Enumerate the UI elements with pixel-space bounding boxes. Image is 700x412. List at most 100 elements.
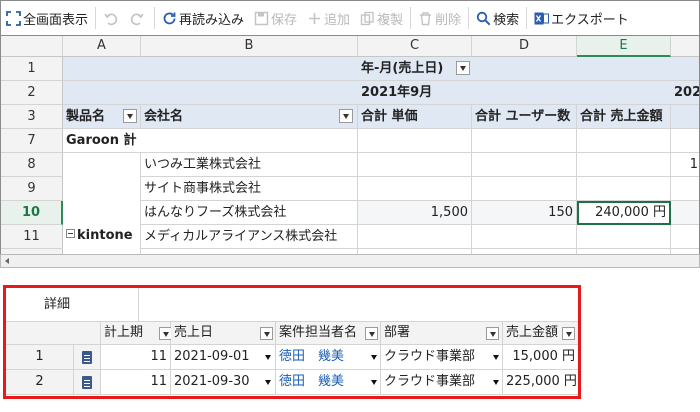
detail-row-number[interactable]: 2 [6, 370, 74, 395]
row-header-7[interactable]: 7 [1, 129, 63, 153]
cell[interactable] [671, 177, 699, 201]
row-header-3[interactable]: 3 [1, 105, 63, 129]
toolbar-separator [95, 7, 97, 29]
kintone-group-cell[interactable]: kintone [63, 153, 141, 254]
dropdown-caret-icon[interactable] [493, 380, 499, 385]
row-header-2[interactable]: 2 [1, 81, 63, 105]
save-button[interactable]: 保存 [249, 1, 302, 35]
detail-row-number[interactable]: 1 [6, 345, 74, 370]
column-header-c[interactable]: C [358, 36, 472, 57]
corner-cell[interactable] [1, 36, 63, 57]
column-header-b[interactable]: B [141, 36, 358, 57]
delete-button[interactable]: 削除 [413, 1, 466, 35]
amount-filter-button[interactable] [562, 327, 575, 340]
row-header-8[interactable]: 8 [1, 153, 63, 177]
detail-period-cell[interactable]: 11 [101, 370, 171, 395]
reload-button[interactable]: 再読み込み [157, 1, 249, 35]
cell[interactable] [671, 201, 699, 225]
redo-button[interactable] [125, 1, 152, 35]
horizontal-scrollbar[interactable] [0, 254, 700, 268]
column-header-a[interactable]: A [63, 36, 141, 57]
person-filter-button[interactable] [365, 327, 378, 340]
cell[interactable] [358, 177, 472, 201]
garoon-total-label[interactable]: Garoon 計 [63, 129, 141, 153]
company-cell[interactable]: いつみ工業株式会社 [141, 153, 358, 177]
row-header-1[interactable]: 1 [1, 57, 63, 81]
cell[interactable] [577, 177, 671, 201]
row-header-9[interactable]: 9 [1, 177, 63, 201]
product-filter-button[interactable] [123, 109, 137, 123]
reload-icon [162, 11, 177, 26]
fullscreen-button[interactable]: 全画面表示 [1, 1, 93, 35]
collapse-icon[interactable] [66, 229, 75, 238]
row-header-11[interactable]: 11 [1, 225, 63, 249]
cell[interactable] [472, 129, 577, 153]
cell[interactable] [358, 153, 472, 177]
cell[interactable] [472, 225, 577, 249]
dropdown-caret-icon[interactable] [371, 380, 377, 385]
detail-dept-cell[interactable]: クラウド事業部 [381, 345, 503, 370]
unit-price-cell[interactable]: 1,500 [358, 201, 472, 225]
detail-title-blank [139, 288, 578, 322]
dropdown-caret-icon[interactable] [265, 380, 271, 385]
detail-date-cell[interactable]: 2021-09-01 [171, 345, 276, 370]
undo-icon [103, 11, 118, 26]
pivot-column-field-label: 年-月(売上日) [361, 61, 444, 76]
excel-icon [534, 11, 550, 26]
toolbar-separator [154, 7, 156, 29]
scroll-left-icon[interactable] [5, 258, 9, 264]
document-icon[interactable] [82, 351, 92, 364]
date-filter-button[interactable] [260, 327, 273, 340]
pivot-column-filter-button[interactable] [456, 61, 470, 75]
detail-date-cell[interactable]: 2021-09-30 [171, 370, 276, 395]
cell[interactable] [358, 129, 472, 153]
redo-icon [130, 11, 145, 26]
cell[interactable] [358, 225, 472, 249]
cell[interactable] [472, 177, 577, 201]
company-cell[interactable]: サイト商事株式会社 [141, 177, 358, 201]
company-filter-button[interactable] [339, 109, 353, 123]
copy-icon [360, 11, 375, 26]
detail-title: 詳細 [6, 288, 139, 322]
detail-header-dept[interactable]: 部署 [381, 322, 503, 345]
column-header-d[interactable]: D [472, 36, 577, 57]
detail-period-cell[interactable]: 11 [101, 345, 171, 370]
search-button[interactable]: 検索 [471, 1, 524, 35]
dropdown-caret-icon[interactable] [265, 355, 271, 360]
trash-icon [418, 11, 433, 26]
users-cell[interactable]: 150 [472, 201, 577, 225]
cell[interactable] [671, 225, 699, 249]
detail-person-cell[interactable]: 徳田 幾美 [276, 345, 381, 370]
fullscreen-icon [6, 10, 21, 26]
add-button[interactable]: 追加 [302, 1, 355, 35]
cell[interactable] [671, 129, 699, 153]
company-cell[interactable]: メディカルアライアンス株式会社 [141, 225, 358, 249]
column-header-e[interactable]: E [577, 36, 671, 57]
detail-record-button[interactable] [74, 370, 101, 395]
detail-dept-cell[interactable]: クラウド事業部 [381, 370, 503, 395]
detail-person-cell[interactable]: 徳田 幾美 [276, 370, 381, 395]
detail-amount-cell[interactable]: 15,000 円 [503, 345, 578, 370]
undo-button[interactable] [98, 1, 125, 35]
export-button[interactable]: エクスポート [529, 1, 634, 35]
toolbar-separator [410, 7, 412, 29]
row-header-10[interactable]: 10 [1, 201, 63, 225]
cell[interactable] [577, 129, 671, 153]
cell[interactable] [141, 129, 358, 153]
dropdown-caret-icon[interactable] [371, 355, 377, 360]
detail-record-button[interactable] [74, 345, 101, 370]
duplicate-button[interactable]: 複製 [355, 1, 408, 35]
cell[interactable] [472, 153, 577, 177]
cell[interactable] [577, 225, 671, 249]
detail-amount-cell[interactable]: 225,000 円 [503, 370, 578, 395]
dropdown-caret-icon[interactable] [493, 355, 499, 360]
document-icon[interactable] [82, 376, 92, 389]
value-cell[interactable]: 1 [671, 153, 699, 177]
company-cell[interactable]: はんなりフーズ株式会社 [141, 201, 358, 225]
sales-cell-selected[interactable]: 240,000 円 [577, 201, 671, 225]
save-icon [254, 11, 269, 26]
measure-unit-price: 合計 単価 [358, 105, 472, 129]
dept-filter-button[interactable] [486, 327, 499, 340]
cell[interactable] [577, 153, 671, 177]
column-header-f[interactable] [671, 36, 699, 57]
